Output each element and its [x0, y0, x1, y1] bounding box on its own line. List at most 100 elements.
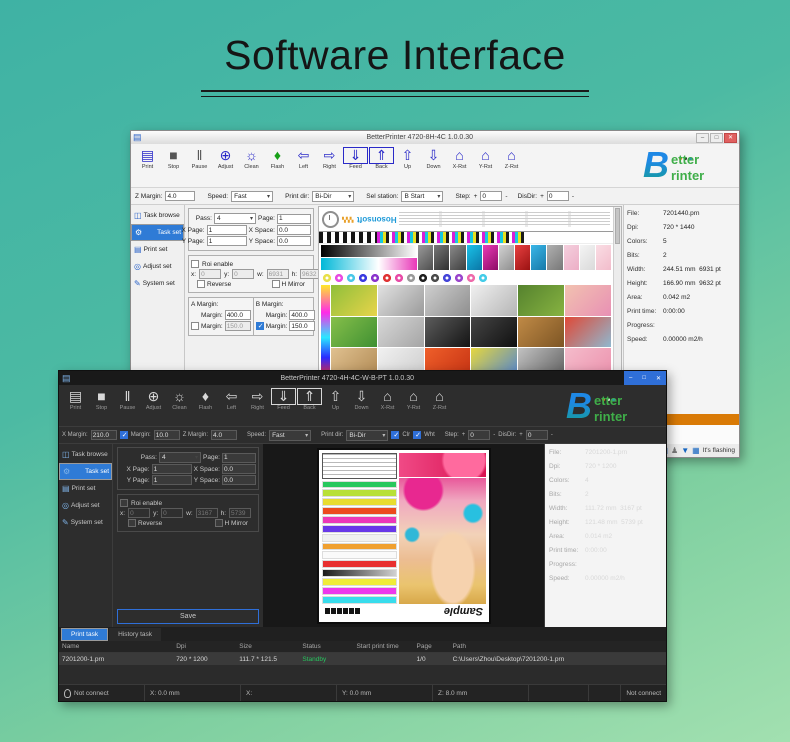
a-margin2-checkbox[interactable]: [191, 322, 199, 330]
disdir-input[interactable]: [526, 430, 548, 440]
b-margin1-input[interactable]: [289, 310, 315, 320]
tab-print-task[interactable]: Print task: [61, 628, 108, 641]
close-button[interactable]: ✕: [724, 133, 737, 143]
b-margin2-input[interactable]: [289, 321, 315, 331]
hmirror-checkbox[interactable]: [272, 280, 280, 288]
sidebar-item-task-set[interactable]: ⚙Task set: [131, 224, 184, 241]
print-dir-select[interactable]: Bi-Dir▾: [312, 191, 354, 202]
step-input[interactable]: [480, 191, 502, 201]
step-plus-button[interactable]: +: [474, 193, 478, 200]
toolbar-x-rst-button[interactable]: ⌂X-Rst: [447, 147, 472, 187]
toolbar-up-button[interactable]: ⇧Up: [395, 147, 420, 187]
reverse-checkbox[interactable]: [197, 280, 205, 288]
step-minus-button[interactable]: -: [505, 193, 507, 200]
toolbar-stop-button[interactable]: ■Stop: [89, 388, 114, 426]
toolbar-pause-button[interactable]: ‖Pause: [187, 147, 212, 187]
disdir-plus-button[interactable]: +: [540, 193, 544, 200]
step-plus-button[interactable]: +: [462, 432, 466, 438]
toolbar-flash-button[interactable]: ♦Flash: [193, 388, 218, 426]
roi-enable-checkbox[interactable]: [191, 260, 199, 268]
sidebar-item-task-set[interactable]: ⚙Task set: [59, 463, 112, 480]
sidebar-item-system-set[interactable]: ✎System set: [131, 275, 184, 292]
toolbar-pause-button[interactable]: ‖Pause: [115, 388, 140, 426]
xpage-input[interactable]: [207, 225, 247, 235]
close-button[interactable]: ✕: [656, 375, 661, 382]
toolbar-clean-button[interactable]: ☼Clean: [239, 147, 264, 187]
xspace-input[interactable]: [277, 225, 311, 235]
toolbar-flash-button[interactable]: ♦Flash: [265, 147, 290, 187]
roi-h-input[interactable]: [229, 508, 251, 518]
toolbar-back-button[interactable]: ⇑Back: [369, 147, 394, 187]
toolbar-feed-button[interactable]: ⇓Feed: [271, 388, 296, 426]
roi-x-input[interactable]: [128, 508, 150, 518]
toolbar-clean-button[interactable]: ☼Clean: [167, 388, 192, 426]
print-dir-select[interactable]: Bi-Dir▾: [346, 430, 388, 441]
pass-select[interactable]: 4▾: [159, 452, 201, 463]
toolbar-y-rst-button[interactable]: ⌂Y-Rst: [473, 147, 498, 187]
roi-w-input[interactable]: [196, 508, 218, 518]
toolbar-right-button[interactable]: ⇨Right: [317, 147, 342, 187]
reverse-checkbox[interactable]: [128, 519, 136, 527]
toolbar-z-rst-button[interactable]: ⌂Z-Rst: [427, 388, 452, 426]
roi-x-input[interactable]: [199, 269, 221, 279]
roi-w-input[interactable]: [267, 269, 289, 279]
toolbar-feed-button[interactable]: ⇓Feed: [343, 147, 368, 187]
a-margin2-input[interactable]: [225, 321, 251, 331]
sidebar-item-task-browse[interactable]: ◫Task browse: [131, 207, 184, 224]
toolbar-back-button[interactable]: ⇑Back: [297, 388, 322, 426]
margin-checkbox[interactable]: [120, 431, 128, 439]
page-input[interactable]: [222, 453, 256, 463]
x-margin-input[interactable]: [91, 430, 117, 440]
scrollbar-thumb[interactable]: [615, 208, 620, 244]
toolbar-left-button[interactable]: ⇦Left: [219, 388, 244, 426]
margin-input[interactable]: [154, 430, 180, 440]
speed-select[interactable]: Fast▾: [231, 191, 273, 202]
toolbar-print-button[interactable]: ▤Print: [135, 147, 160, 187]
yspace-input[interactable]: [222, 475, 256, 485]
tab-history-task[interactable]: History task: [109, 628, 161, 641]
disdir-minus-button[interactable]: -: [572, 193, 574, 200]
a-margin1-input[interactable]: [225, 310, 251, 320]
minimize-button[interactable]: –: [696, 133, 709, 143]
disdir-plus-button[interactable]: +: [519, 432, 523, 438]
sidebar-item-task-browse[interactable]: ◫Task browse: [59, 446, 112, 463]
page-input[interactable]: [277, 214, 311, 224]
toolbar-left-button[interactable]: ⇦Left: [291, 147, 316, 187]
sidebar-item-print-set[interactable]: ▤Print set: [59, 480, 112, 497]
b-margin2-checkbox[interactable]: [256, 322, 264, 330]
xspace-input[interactable]: [222, 464, 256, 474]
ypage-input[interactable]: [207, 236, 247, 246]
step-input[interactable]: [468, 430, 490, 440]
sidebar-item-adjust-set[interactable]: ◎Adjust set: [131, 258, 184, 275]
disdir-minus-button[interactable]: -: [551, 432, 553, 438]
toolbar-y-rst-button[interactable]: ⌂Y-Rst: [401, 388, 426, 426]
hmirror-checkbox[interactable]: [215, 519, 223, 527]
z-margin-input[interactable]: [165, 191, 195, 201]
toolbar-up-button[interactable]: ⇧Up: [323, 388, 348, 426]
pass-select[interactable]: 4▾: [214, 213, 256, 224]
wht-checkbox[interactable]: [413, 431, 421, 439]
ypage-input[interactable]: [152, 475, 192, 485]
table-row[interactable]: 7201200-1.prn720 * 1200111.7 * 121.5Stan…: [59, 653, 666, 665]
clr-checkbox[interactable]: [391, 431, 399, 439]
toolbar-x-rst-button[interactable]: ⌂X-Rst: [375, 388, 400, 426]
sel-station-select[interactable]: B Start▾: [401, 191, 443, 202]
disdir-input[interactable]: [547, 191, 569, 201]
z-margin-input[interactable]: [211, 430, 237, 440]
roi-y-input[interactable]: [161, 508, 183, 518]
maximize-button[interactable]: □: [710, 133, 723, 143]
speed-select[interactable]: Fast▾: [269, 430, 311, 441]
maximize-button[interactable]: □: [642, 375, 646, 381]
toolbar-down-button[interactable]: ⇩Down: [421, 147, 446, 187]
save-button[interactable]: Save: [117, 609, 259, 624]
toolbar-stop-button[interactable]: ■Stop: [161, 147, 186, 187]
toolbar-z-rst-button[interactable]: ⌂Z-Rst: [499, 147, 524, 187]
roi-y-input[interactable]: [232, 269, 254, 279]
toolbar-down-button[interactable]: ⇩Down: [349, 388, 374, 426]
yspace-input[interactable]: [277, 236, 311, 246]
toolbar-adjust-button[interactable]: ⊕Adjust: [213, 147, 238, 187]
minimize-button[interactable]: –: [629, 375, 632, 381]
toolbar-right-button[interactable]: ⇨Right: [245, 388, 270, 426]
step-minus-button[interactable]: -: [493, 432, 495, 438]
sidebar-item-print-set[interactable]: ▤Print set: [131, 241, 184, 258]
